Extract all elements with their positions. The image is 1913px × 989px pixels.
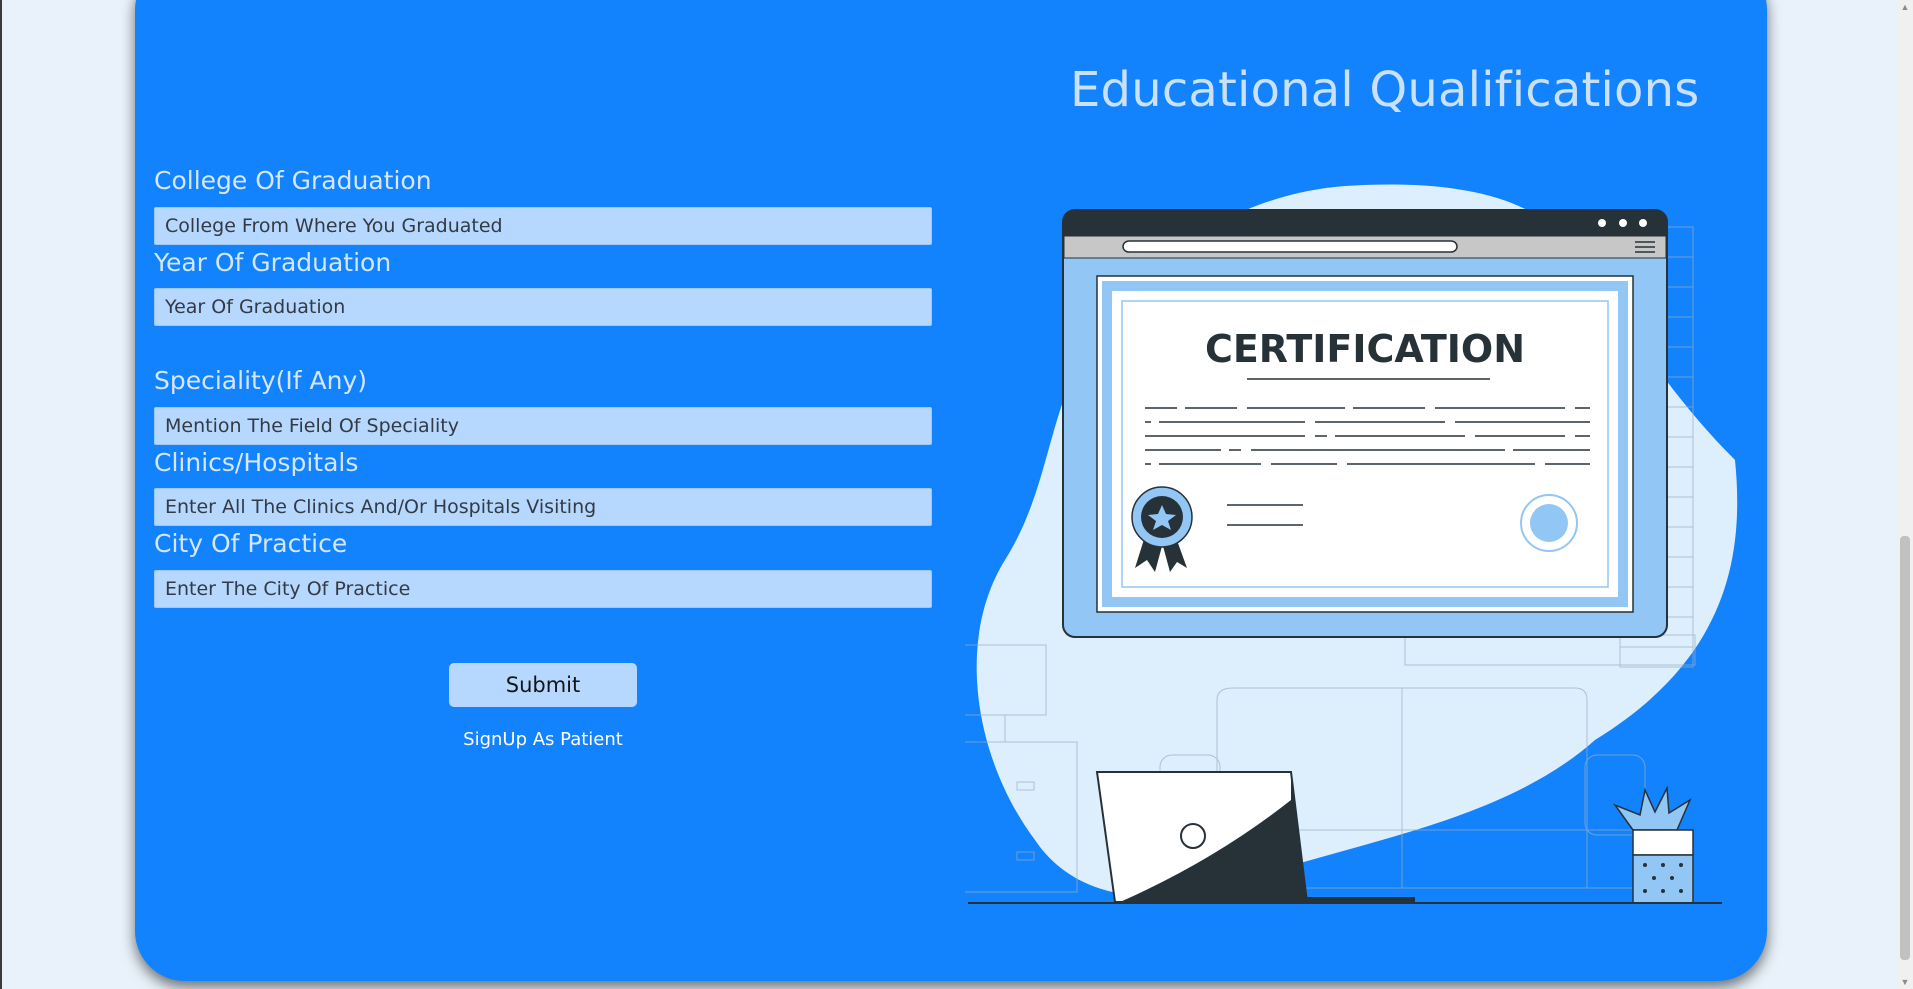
window-edge — [0, 0, 2, 989]
speciality-input[interactable] — [154, 407, 932, 445]
signup-as-patient-link[interactable]: SignUp As Patient — [449, 729, 637, 750]
city-label: City Of Practice — [154, 529, 348, 558]
clinics-label: Clinics/Hospitals — [154, 448, 359, 477]
plant-pot-icon — [1612, 785, 1694, 904]
page-title: Educational Qualifications — [1070, 62, 1700, 118]
certificate-title: CERTIFICATION — [1205, 327, 1525, 371]
clinics-input[interactable] — [154, 488, 932, 526]
page-scrollbar[interactable]: ▲ ▼ — [1897, 0, 1913, 989]
college-label: College Of Graduation — [154, 166, 432, 195]
scroll-up-icon[interactable]: ▲ — [1897, 0, 1913, 14]
certificate-illustration: CERTIFICATION — [965, 184, 1738, 904]
college-input[interactable] — [154, 207, 932, 245]
scroll-down-icon[interactable]: ▼ — [1897, 975, 1913, 989]
speciality-label: Speciality(If Any) — [154, 366, 367, 395]
city-input[interactable] — [154, 570, 932, 608]
year-label: Year Of Graduation — [154, 248, 392, 277]
year-input[interactable] — [154, 288, 932, 326]
submit-button[interactable]: Submit — [449, 663, 637, 707]
scrollbar-thumb[interactable] — [1900, 536, 1910, 960]
